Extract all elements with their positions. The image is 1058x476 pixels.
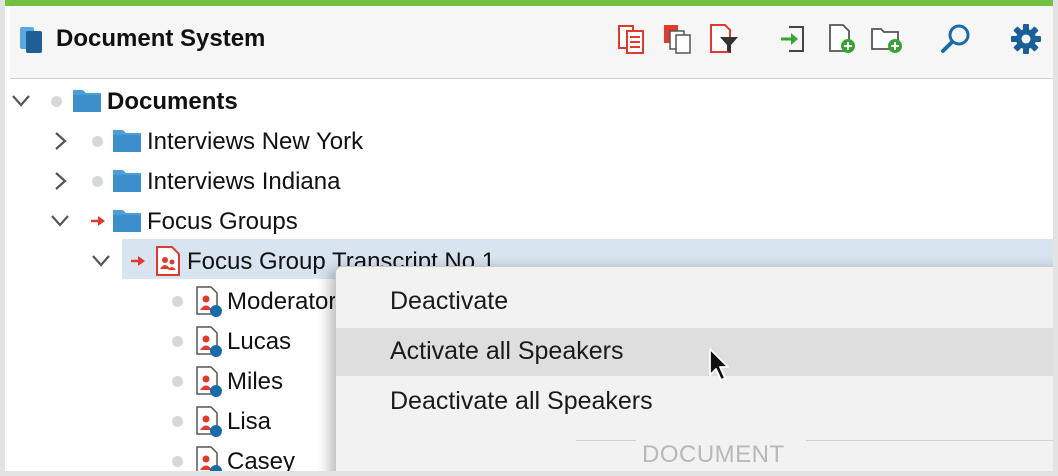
chevron-right-icon[interactable] [54,131,68,151]
tree-speaker-label: Lisa [227,408,272,435]
chevron-down-icon[interactable] [91,254,111,268]
active-arrow-icon[interactable] [90,215,106,227]
focus-group-document-icon [156,246,180,276]
inactive-dot-icon[interactable] [92,176,103,187]
tree-group-interviews-new-york[interactable]: Interviews New York [5,122,605,160]
tree-group-label: Interviews New York [147,128,364,155]
context-menu: Deactivate Activate all Speakers Deactiv… [336,267,1053,471]
speaker-document-icon [196,326,222,357]
speaker-document-icon [196,366,222,397]
folder-icon [113,210,141,232]
menu-item-activate-all-speakers[interactable]: Activate all Speakers [336,328,1053,376]
copy-documents-icon[interactable] [661,22,695,56]
tree-group-focus-groups[interactable]: Focus Groups [5,202,605,240]
menu-separator [806,440,1053,441]
speaker-document-icon [196,406,222,437]
inactive-dot-icon[interactable] [172,336,183,347]
inactive-dot-icon[interactable] [172,296,183,307]
new-document-icon[interactable] [825,22,859,56]
settings-gear-icon[interactable] [1009,22,1043,56]
menu-item-deactivate[interactable]: Deactivate [336,278,1053,326]
speaker-document-icon [196,286,222,317]
new-document-group-icon[interactable] [870,22,904,56]
menu-item-label: Activate all Speakers [390,337,624,365]
inactive-dot-icon[interactable] [92,136,103,147]
folder-icon [113,170,141,192]
document-list-icon[interactable] [615,22,649,56]
window-title: Document System [56,25,266,52]
filter-documents-icon[interactable] [707,22,741,56]
menu-separator [576,440,636,441]
inactive-dot-icon[interactable] [172,416,183,427]
active-arrow-icon[interactable] [130,255,146,267]
inactive-dot-icon[interactable] [51,96,62,107]
tree-speaker-label: Lucas [227,328,292,355]
window-header: Document System [10,6,1053,79]
chevron-down-icon[interactable] [11,94,31,108]
chevron-right-icon[interactable] [54,171,68,191]
tree-root-documents[interactable]: Documents [5,82,605,120]
menu-item-deactivate-all-speakers[interactable]: Deactivate all Speakers [336,378,1053,426]
tree-group-interviews-indiana[interactable]: Interviews Indiana [5,162,605,200]
menu-item-label: Deactivate [390,287,509,315]
inactive-dot-icon[interactable] [172,456,183,467]
tree-root-label: Documents [107,88,238,115]
inactive-dot-icon[interactable] [172,376,183,387]
menu-section-header: DOCUMENT [642,441,785,468]
mouse-pointer-icon [709,348,729,381]
document-system-window: Document System Documents Interviews New… [0,0,1058,476]
tree-speaker-label: Miles [227,368,284,395]
chevron-down-icon[interactable] [50,214,70,228]
tree-speaker-label: Moderator [227,288,337,315]
import-icon[interactable] [777,22,811,56]
search-icon[interactable] [939,22,973,56]
folder-icon [73,90,101,112]
tree-group-label: Focus Groups [147,208,298,235]
folder-icon [113,130,141,152]
tree-speaker-label: Casey [227,448,296,475]
menu-item-label: Deactivate all Speakers [390,387,653,415]
tree-group-label: Interviews Indiana [147,168,341,195]
speaker-document-icon [196,446,222,471]
document-system-icon [18,25,46,60]
